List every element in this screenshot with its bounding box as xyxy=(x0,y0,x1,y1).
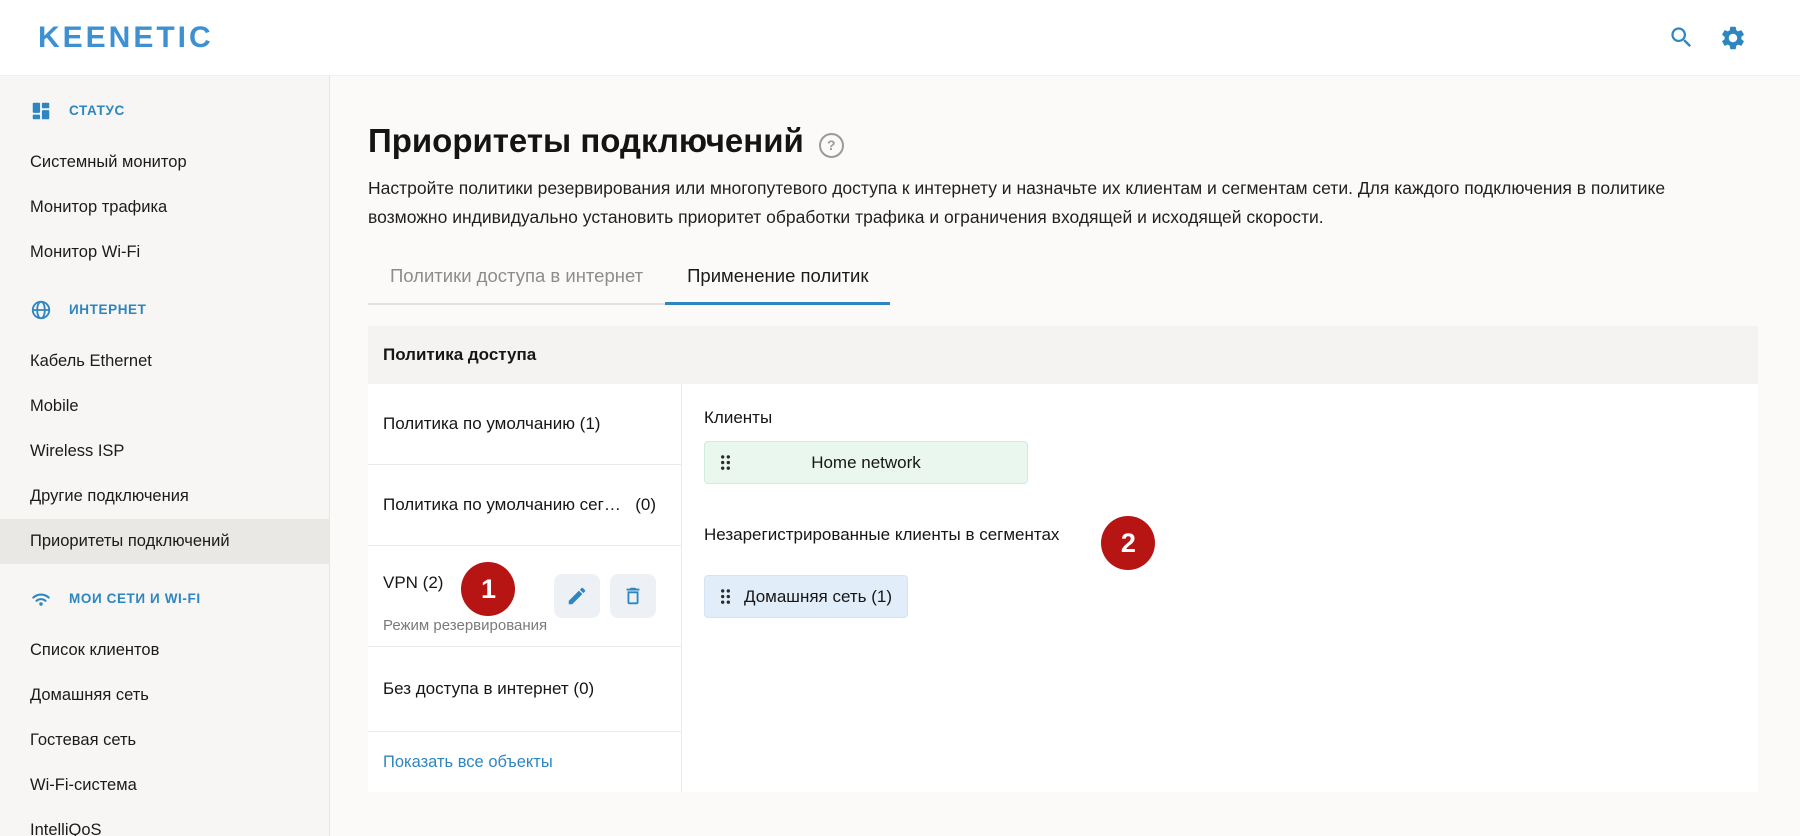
policy-name: Без доступа в интернет (0) xyxy=(383,679,595,698)
sidebar-section-my-networks[interactable]: МОИ СЕТИ И WI-FI xyxy=(0,576,329,621)
policy-count: (0) xyxy=(635,495,656,514)
sidebar-item-wifi-monitor[interactable]: Монитор Wi-Fi xyxy=(0,230,329,275)
show-all-row: Показать все объекты xyxy=(368,732,681,792)
sidebar-section-internet[interactable]: ИНТЕРНЕТ xyxy=(0,287,329,332)
clients-label: Клиенты xyxy=(704,408,773,427)
sidebar-item-mobile[interactable]: Mobile xyxy=(0,384,329,429)
policy-panel: Политика доступа Политика по умолчанию (… xyxy=(368,326,1758,792)
sidebar-section-label: ИНТЕРНЕТ xyxy=(69,302,147,317)
sidebar-item-wireless-isp[interactable]: Wireless ISP xyxy=(0,429,329,474)
trash-icon xyxy=(622,585,644,607)
sidebar-item-connection-priorities[interactable]: Приоритеты подключений xyxy=(0,519,329,564)
dashboard-icon xyxy=(30,100,52,122)
sidebar-section-status[interactable]: СТАТУС xyxy=(0,88,329,133)
policy-name: Политика по умолчанию (1) xyxy=(383,414,601,433)
header-actions xyxy=(1666,23,1748,53)
chip-label: Домашняя сеть (1) xyxy=(744,586,892,606)
segment-chip-home-network[interactable]: Домашняя сеть (1) xyxy=(704,575,908,618)
help-icon[interactable]: ? xyxy=(818,132,844,158)
policy-row-segment-default[interactable]: Политика по умолчанию сег… (0) xyxy=(368,465,681,546)
pencil-icon xyxy=(566,585,588,607)
drag-handle-icon[interactable] xyxy=(718,453,733,472)
sidebar-item-system-monitor[interactable]: Системный монитор xyxy=(0,140,329,185)
page-description: Настройте политики резервирования или мн… xyxy=(368,178,1666,227)
policy-row-default[interactable]: Политика по умолчанию (1) xyxy=(368,384,681,465)
top-header: KEENETIC xyxy=(0,0,1800,76)
wifi-icon xyxy=(30,588,52,610)
sidebar-item-ethernet[interactable]: Кабель Ethernet xyxy=(0,339,329,384)
annotation-step-2-badge: 2 xyxy=(1101,516,1156,570)
sidebar-item-guest-network[interactable]: Гостевая сеть xyxy=(0,718,329,763)
main-content: Приоритеты подключений ? Настройте полит… xyxy=(330,76,1800,836)
policy-details: Клиенты Home network Незарегистрированны… xyxy=(682,384,1758,792)
policy-name: Политика по умолчанию сег… xyxy=(383,495,621,514)
globe-icon xyxy=(30,299,52,321)
sidebar-item-wifi-system[interactable]: Wi-Fi-система xyxy=(0,763,329,808)
sidebar-nav: СТАТУС Системный монитор Монитор трафика… xyxy=(0,76,330,836)
edit-policy-button[interactable] xyxy=(554,574,600,618)
tab-access-policies[interactable]: Политики доступа в интернет xyxy=(368,265,666,305)
sidebar-section-label: МОИ СЕТИ И WI-FI xyxy=(69,591,201,606)
keenetic-logo[interactable]: KEENETIC xyxy=(38,21,214,55)
unregistered-clients-label: Незарегистрированные клиенты в сегментах xyxy=(704,525,1060,544)
show-all-objects-link[interactable]: Показать все объекты xyxy=(383,753,553,772)
policy-row-vpn[interactable]: VPN (2) 1 Режим резервирования xyxy=(368,546,681,647)
tab-policy-application[interactable]: Применение политик xyxy=(665,265,891,305)
drag-handle-icon[interactable] xyxy=(718,587,733,606)
search-button[interactable] xyxy=(1666,23,1696,53)
sidebar-item-traffic-monitor[interactable]: Монитор трафика xyxy=(0,185,329,230)
delete-policy-button[interactable] xyxy=(610,574,656,618)
annotation-step-1-badge: 1 xyxy=(461,562,516,616)
policy-name: VPN (2) xyxy=(383,573,444,592)
gear-icon xyxy=(1719,24,1747,52)
policy-mode-label: Режим резервирования xyxy=(383,617,548,634)
sidebar-item-client-list[interactable]: Список клиентов xyxy=(0,628,329,673)
policy-row-no-access[interactable]: Без доступа в интернет (0) xyxy=(368,647,681,732)
sidebar-item-home-network[interactable]: Домашняя сеть xyxy=(0,673,329,718)
client-chip-home-network[interactable]: Home network xyxy=(704,441,1028,484)
sidebar-item-other-connections[interactable]: Другие подключения xyxy=(0,474,329,519)
chip-label: Home network xyxy=(811,452,921,472)
page-title: Приоритеты подключений xyxy=(368,122,804,159)
sidebar-item-intelliqos[interactable]: IntelliQoS xyxy=(0,808,329,836)
panel-header: Политика доступа xyxy=(368,326,1758,384)
sidebar-section-label: СТАТУС xyxy=(69,103,125,118)
tab-bar: Политики доступа в интернет Применение п… xyxy=(368,265,891,305)
policy-list: Политика по умолчанию (1) Политика по ум… xyxy=(368,384,682,792)
settings-button[interactable] xyxy=(1718,23,1748,53)
search-icon xyxy=(1668,24,1695,51)
